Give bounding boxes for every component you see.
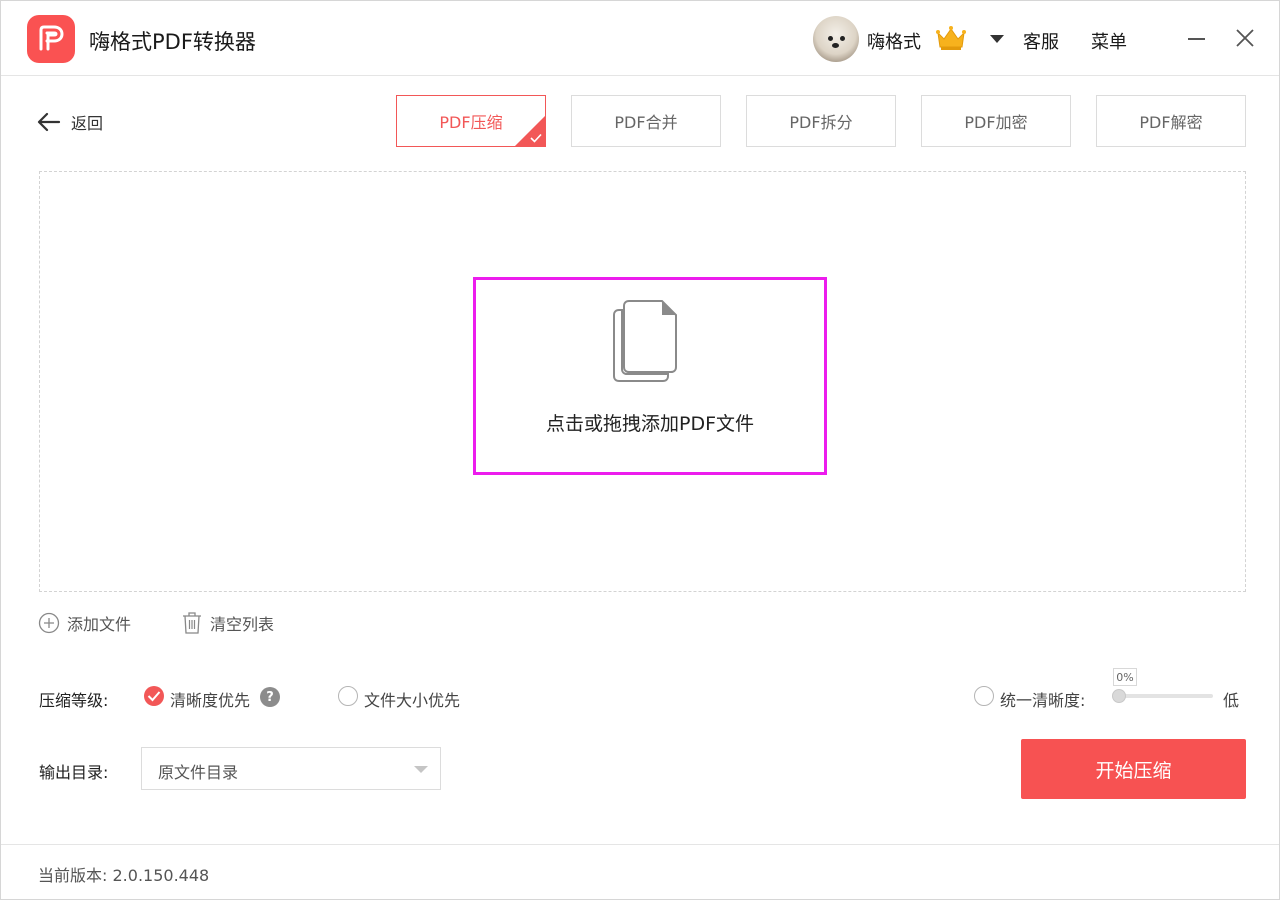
size-priority-label[interactable]: 文件大小优先 <box>364 687 460 711</box>
slider-value-tooltip: 0% <box>1113 668 1137 686</box>
radio-size-priority[interactable] <box>338 686 358 706</box>
chevron-down-icon <box>414 766 428 773</box>
add-pdf-drop-target[interactable]: 点击或拖拽添加PDF文件 <box>473 277 827 475</box>
version-label: 当前版本: <box>38 866 108 885</box>
add-files-button[interactable]: 添加文件 <box>38 611 131 635</box>
output-dir-select[interactable]: 原文件目录 <box>141 747 441 790</box>
version-info: 当前版本: 2.0.150.448 <box>38 862 209 886</box>
clarity-priority-label[interactable]: 清晰度优先 <box>170 687 250 711</box>
tab-label: PDF压缩 <box>439 113 503 132</box>
avatar-eye <box>828 36 833 41</box>
tab-pdf-compress[interactable]: PDF压缩 <box>396 95 546 147</box>
output-dir-value: 原文件目录 <box>158 763 239 782</box>
crown-icon <box>936 26 966 50</box>
documents-icon <box>613 300 677 382</box>
arrow-left-icon <box>37 112 61 132</box>
slider-thumb[interactable] <box>1112 689 1126 703</box>
drop-prompt: 点击或拖拽添加PDF文件 <box>545 413 755 435</box>
slider-low-label: 低 <box>1223 691 1240 710</box>
tab-label: PDF合并 <box>614 113 678 132</box>
back-button[interactable]: 返回 <box>37 109 103 135</box>
clear-list-label: 清空列表 <box>210 615 275 634</box>
add-files-label: 添加文件 <box>67 615 132 634</box>
tab-pdf-encrypt[interactable]: PDF加密 <box>921 95 1071 147</box>
title-bar: 嗨格式PDF转换器 嗨格式 客服 菜单 <box>1 1 1279 76</box>
tab-label: PDF解密 <box>1139 113 1203 132</box>
app-window: 嗨格式PDF转换器 嗨格式 客服 菜单 返回 PDF压缩 PDF合并 PDF拆分… <box>0 0 1280 900</box>
clarity-slider[interactable] <box>1112 689 1213 703</box>
version-number: 2.0.150.448 <box>112 866 210 885</box>
radio-uniform-clarity[interactable] <box>974 686 994 706</box>
app-logo-icon <box>27 15 75 63</box>
customer-service-link[interactable]: 客服 <box>1023 28 1059 54</box>
close-icon[interactable] <box>1235 28 1255 48</box>
avatar-eye <box>840 36 845 41</box>
compression-level-label: 压缩等级: <box>39 691 109 710</box>
user-dropdown-icon[interactable] <box>990 35 1004 43</box>
help-icon[interactable]: ? <box>260 687 280 707</box>
tab-pdf-merge[interactable]: PDF合并 <box>571 95 721 147</box>
menu-link[interactable]: 菜单 <box>1091 28 1127 54</box>
tab-label: PDF加密 <box>964 113 1028 132</box>
back-label: 返回 <box>71 114 104 133</box>
clear-list-button[interactable]: 清空列表 <box>181 611 274 635</box>
username[interactable]: 嗨格式 <box>867 28 921 54</box>
tab-pdf-split[interactable]: PDF拆分 <box>746 95 896 147</box>
user-avatar[interactable] <box>813 16 859 62</box>
minimize-icon[interactable] <box>1188 38 1205 40</box>
tab-pdf-decrypt[interactable]: PDF解密 <box>1096 95 1246 147</box>
plus-circle-icon <box>38 612 60 634</box>
status-footer: 当前版本: 2.0.150.448 <box>1 844 1279 899</box>
tab-label: PDF拆分 <box>789 113 853 132</box>
output-dir-label: 输出目录: <box>39 763 109 782</box>
trash-icon <box>183 612 201 634</box>
check-icon <box>147 691 161 702</box>
app-title: 嗨格式PDF转换器 <box>89 30 256 54</box>
check-icon <box>530 133 542 143</box>
avatar-nose <box>832 43 839 48</box>
uniform-clarity-label[interactable]: 统一清晰度: <box>1000 687 1085 711</box>
start-compress-button[interactable]: 开始压缩 <box>1021 739 1246 799</box>
radio-clarity-priority[interactable] <box>144 686 164 706</box>
